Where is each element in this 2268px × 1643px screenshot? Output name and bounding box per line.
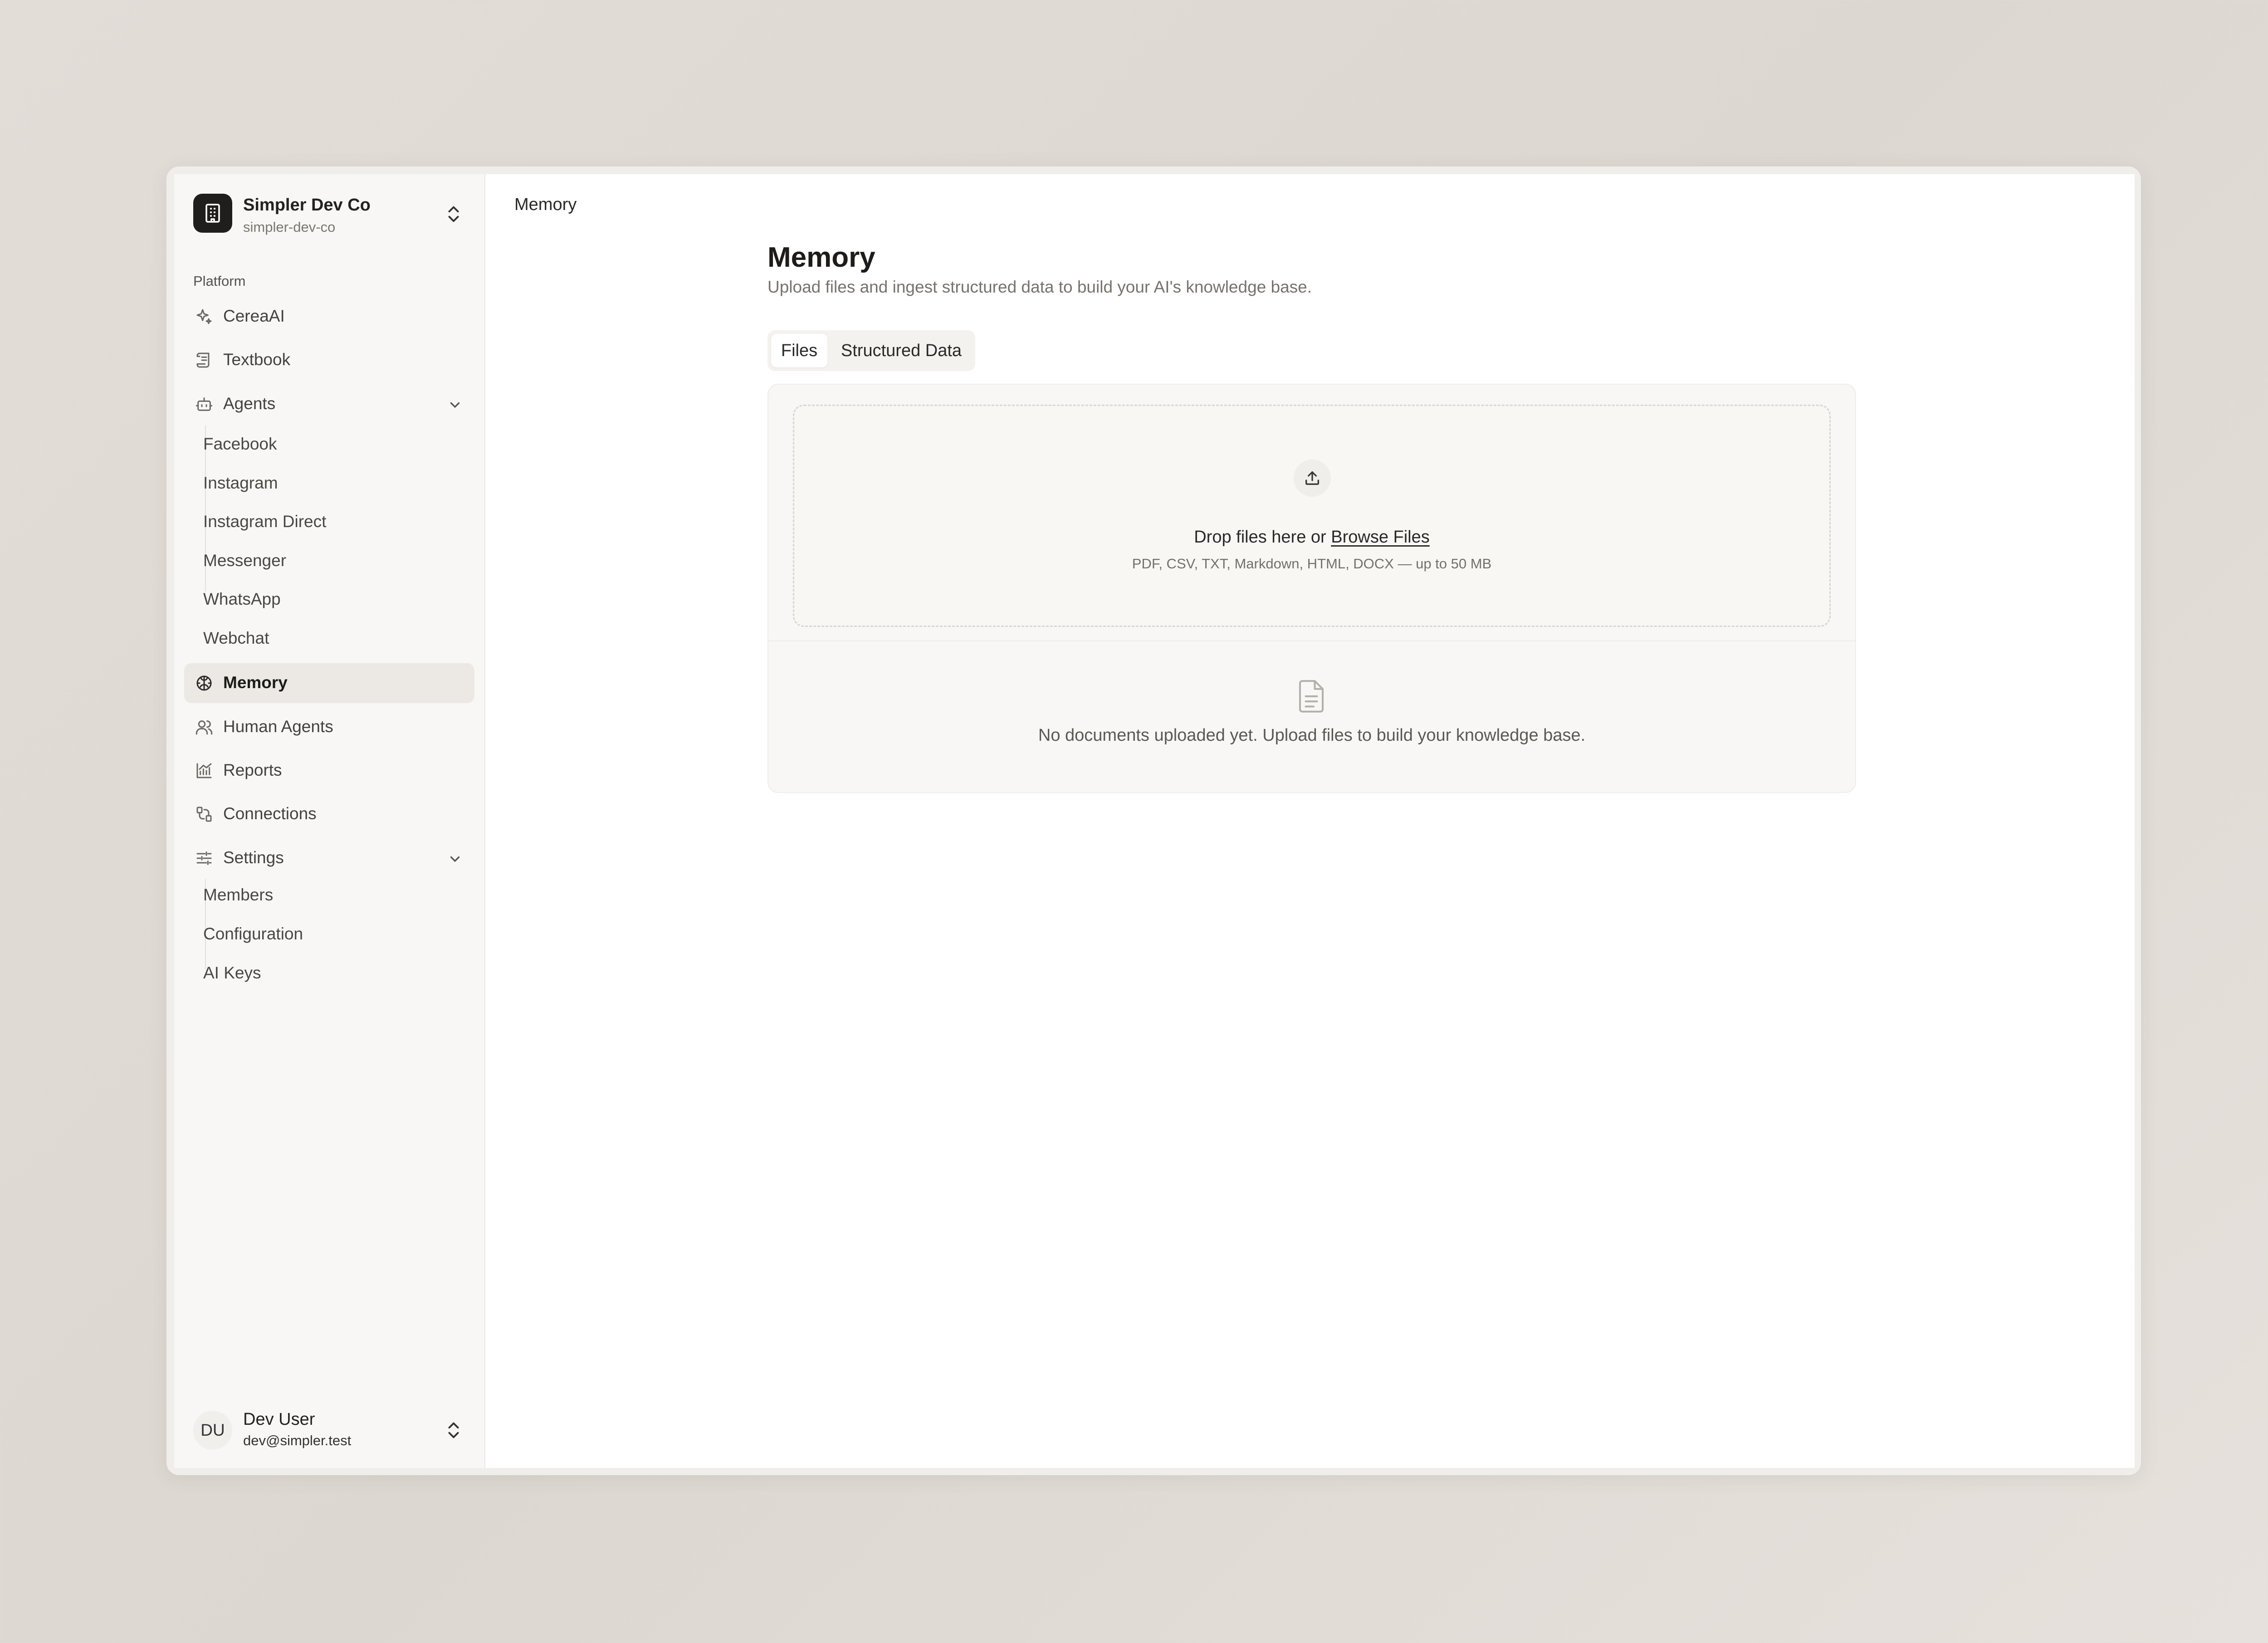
chevrons-up-down-icon [448,206,459,222]
page-subtitle: Upload files and ingest structured data … [767,278,1312,296]
sidebar-subitem-ai-keys[interactable]: AI Keys [203,963,261,983]
tab-list: Files Structured Data [767,330,975,371]
org-slug: simpler-dev-co [243,219,336,235]
user-name: Dev User [243,1410,315,1429]
user-email: dev@simpler.test [243,1433,352,1448]
sidebar-subitem-instagram-direct[interactable]: Instagram Direct [203,512,326,531]
empty-state-text: No documents uploaded yet. Upload files … [1038,726,1586,745]
sidebar-subitem-facebook[interactable]: Facebook [203,435,277,454]
sidebar-item-label: Textbook [223,350,291,369]
sliders-icon [196,851,212,865]
sidebar-subitem-messenger[interactable]: Messenger [203,551,286,570]
file-dropzone[interactable]: Drop files here or Browse Files PDF, CSV… [793,405,1831,627]
sidebar: Simpler Dev Co simpler-dev-co Platform C… [174,174,484,1468]
bot-icon [196,397,213,411]
dropzone-text: Drop files here or Browse Files [794,528,1829,547]
sidebar-subitem-webchat[interactable]: Webchat [203,629,269,648]
cable-icon [196,807,212,822]
building-icon [193,194,232,233]
users-icon [196,720,213,735]
user-menu[interactable]: DU Dev User dev@simpler.test [193,1408,465,1453]
sidebar-item-agents[interactable]: Agents [184,384,474,424]
sidebar-item-label: Agents [223,394,276,413]
page-title: Memory [767,242,875,273]
sidebar-item-textbook[interactable]: Textbook [184,340,474,380]
breadcrumb: Memory [514,195,577,214]
files-panel: Drop files here or Browse Files PDF, CSV… [767,384,1856,793]
tab-structured-data[interactable]: Structured Data [831,334,972,367]
sidebar-item-label: Reports [223,761,282,779]
sidebar-subitem-whatsapp[interactable]: WhatsApp [203,590,281,609]
sidebar-item-settings[interactable]: Settings [184,838,474,878]
sidebar-item-reports[interactable]: Reports [184,751,474,791]
sidebar-subitem-configuration[interactable]: Configuration [203,924,303,944]
main-content: Memory Memory Upload files and ingest st… [484,174,2135,1468]
sidebar-item-label: CereaAI [223,307,285,325]
brain-icon [196,675,212,691]
avatar: DU [193,1411,232,1450]
chart-icon [196,763,212,778]
sidebar-subitem-members[interactable]: Members [203,885,273,905]
upload-icon [1294,460,1331,497]
org-switcher[interactable]: Simpler Dev Co simpler-dev-co [193,194,465,235]
scroll-icon [196,352,210,368]
sidebar-item-label: Memory [223,673,288,692]
browse-files-link[interactable]: Browse Files [1331,528,1430,547]
dropzone-text-prefix: Drop files here or [1194,528,1331,547]
chevron-down-icon[interactable] [447,397,463,412]
org-name: Simpler Dev Co [243,196,371,215]
sidebar-item-human-agents[interactable]: Human Agents [184,707,474,747]
file-text-icon [1299,680,1324,713]
sidebar-item-cereai[interactable]: CereaAI [184,297,474,337]
sidebar-item-label: Connections [223,804,317,823]
sidebar-item-label: Settings [223,848,284,867]
sidebar-subitem-instagram[interactable]: Instagram [203,474,278,493]
sparkles-icon [196,309,212,324]
sidebar-item-memory[interactable]: Memory [184,663,474,703]
chevron-down-icon[interactable] [447,851,463,866]
chevrons-up-down-icon [448,1422,459,1438]
sidebar-item-label: Human Agents [223,717,333,736]
tab-files[interactable]: Files [771,334,827,367]
section-label-platform: Platform [193,273,246,289]
dropzone-hint: PDF, CSV, TXT, Markdown, HTML, DOCX — up… [1132,556,1492,572]
sidebar-item-connections[interactable]: Connections [184,794,474,834]
